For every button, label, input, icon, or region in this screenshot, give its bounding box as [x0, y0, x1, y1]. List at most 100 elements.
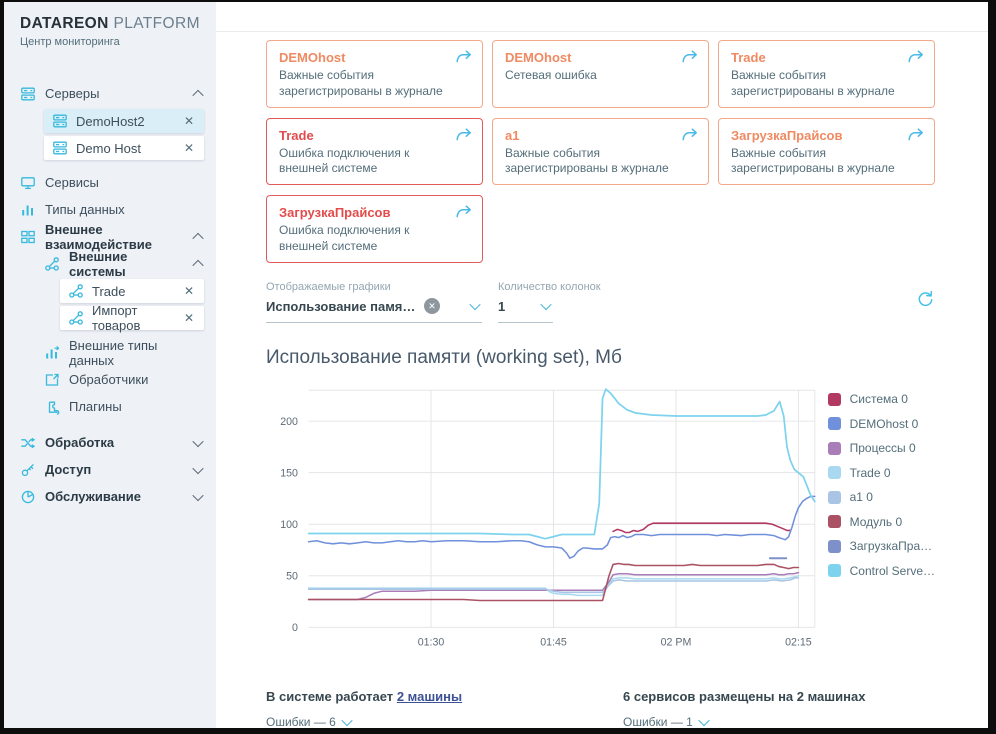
- services-heading: 6 сервисов размещены на 2 машинах: [623, 689, 935, 704]
- sidebar-item-внешние-типы-данных[interactable]: Внешние типы данных: [4, 339, 216, 366]
- monitor-icon: [20, 175, 36, 191]
- legend-swatch: [828, 491, 841, 504]
- sidebar-item-обслуживание[interactable]: Обслуживание: [4, 483, 216, 510]
- key-icon: [20, 462, 36, 478]
- sidebar-nav: Серверы DemoHost2✕ Demo Host✕ Сервисы Типы д…: [4, 80, 216, 510]
- sidebar-item-серверы[interactable]: Серверы: [4, 80, 216, 107]
- machines-heading: В системе работает 2 машины: [266, 689, 623, 704]
- main-content: DEMOhost Важные события зарегистрированы …: [216, 32, 988, 728]
- sidebar-chip-demohost2[interactable]: DemoHost2✕: [44, 109, 204, 133]
- svg-text:200: 200: [280, 416, 298, 428]
- alert-card[interactable]: ЗагрузкаПрайсовВажные события зарегистри…: [718, 118, 935, 186]
- refresh-button[interactable]: [916, 289, 935, 313]
- refresh-icon: [916, 289, 935, 308]
- sidebar-item-внешние-системы[interactable]: Внешние системы: [4, 250, 216, 277]
- sidebar-item-типы-данных[interactable]: Типы данных: [4, 196, 216, 223]
- chevron-down-icon: [192, 489, 203, 500]
- alert-description: Важные события зарегистрированы в журнал…: [279, 68, 450, 100]
- chevron-up-icon: [192, 259, 203, 270]
- alert-card[interactable]: a1Важные события зарегистрированы в журн…: [492, 118, 709, 186]
- machines-errors-label: Ошибки — 6: [266, 715, 336, 728]
- sidebar-item-внешнее-взаимодействие[interactable]: Внешнее взаимодействие: [4, 223, 216, 250]
- close-icon[interactable]: ✕: [182, 283, 196, 299]
- alert-title: a1: [505, 128, 676, 143]
- server-icon: [52, 113, 68, 129]
- pie-icon: [20, 489, 36, 505]
- machines-errors-toggle[interactable]: Ошибки — 6: [266, 715, 623, 728]
- sidebar-item-плагины[interactable]: Плагины: [4, 393, 216, 420]
- charts-select[interactable]: Отображаемые графики Использование памят…: [266, 281, 482, 323]
- legend-item: DEMOhost 0: [828, 411, 935, 436]
- share-icon[interactable]: [907, 128, 924, 146]
- machines-heading-text: В системе работает: [266, 689, 393, 704]
- alert-title: DEMOhost: [279, 50, 450, 65]
- barsext-icon: [44, 345, 60, 361]
- clear-selection-icon[interactable]: ✕: [424, 298, 440, 314]
- sidebar-item-label: Обработчики: [69, 372, 148, 387]
- alert-description: Важные события зарегистрированы в журнал…: [731, 146, 902, 178]
- brand-subtitle: Центр мониторинга: [4, 33, 216, 48]
- close-icon[interactable]: ✕: [182, 113, 196, 129]
- sidebar-item-label: Серверы: [45, 86, 99, 101]
- sidebar-item-label: Импорт товаров: [92, 303, 166, 333]
- sidebar-item-сервисы[interactable]: Сервисы: [4, 169, 216, 196]
- legend-swatch: [828, 564, 841, 577]
- legend-item: Система 0: [828, 387, 935, 412]
- share-icon[interactable]: [455, 128, 472, 146]
- sidebar-item-label: Сервисы: [45, 175, 99, 190]
- alert-cards: DEMOhost Важные события зарегистрированы …: [266, 40, 935, 263]
- sidebar-item-обработка[interactable]: Обработка: [4, 429, 216, 456]
- sidebar-item-label: Внешнее взаимодействие: [45, 222, 176, 252]
- columns-select-value: 1: [498, 299, 505, 314]
- sidebar-item-label: Обработка: [45, 435, 114, 450]
- sidebar-item-доступ[interactable]: Доступ: [4, 456, 216, 483]
- share-icon[interactable]: [455, 50, 472, 68]
- share-icon[interactable]: [681, 128, 698, 146]
- chevron-up-icon: [192, 232, 203, 243]
- svg-text:02:15: 02:15: [785, 637, 812, 649]
- charts-select-value: Использование памяти (working set), Мб: [266, 299, 418, 314]
- chevron-up-icon: [192, 89, 203, 100]
- machines-link[interactable]: 2 машины: [397, 689, 462, 704]
- chart-legend: Система 0DEMOhost 0Процессы 0Trade 0a1 0…: [828, 379, 935, 655]
- share-icon[interactable]: [681, 50, 698, 68]
- columns-select[interactable]: Количество колонок 1: [498, 281, 553, 323]
- alert-card[interactable]: DEMOhostСетевая ошибка: [492, 40, 709, 108]
- legend-label: Модуль 0: [850, 515, 903, 529]
- services-errors-toggle[interactable]: Ошибки — 1: [623, 715, 935, 728]
- sidebar-item-label: Trade: [92, 284, 125, 299]
- close-icon[interactable]: ✕: [182, 310, 196, 326]
- brand-logo: DATAREON PLATFORM: [4, 2, 216, 33]
- svg-text:01:45: 01:45: [540, 637, 567, 649]
- legend-label: Control Serve…: [850, 564, 935, 578]
- summary-section: В системе работает 2 машины Ошибки — 6: [266, 689, 935, 728]
- network-icon: [68, 310, 84, 326]
- sidebar-chip-trade[interactable]: Trade ✕: [60, 279, 204, 303]
- sidebar-chip-импорт-товаров[interactable]: Импорт товаров ✕: [60, 306, 204, 330]
- network-icon: [68, 283, 84, 299]
- sidebar-item-обработчики[interactable]: Обработчики: [4, 366, 216, 393]
- alert-card[interactable]: DEMOhost Важные события зарегистрированы …: [266, 40, 483, 108]
- svg-text:100: 100: [280, 519, 298, 531]
- legend-item: ЗагрузкаПра…: [828, 534, 935, 559]
- legend-item: Модуль 0: [828, 509, 935, 534]
- chevron-down-icon: [192, 462, 203, 473]
- share-icon[interactable]: [907, 50, 924, 68]
- share-icon[interactable]: [455, 205, 472, 223]
- sidebar-chip-demo-host[interactable]: Demo Host✕: [44, 136, 204, 160]
- legend-item: Trade 0: [828, 460, 935, 485]
- legend-item: Control Serve…: [828, 558, 935, 583]
- legend-label: a1 0: [850, 490, 873, 504]
- chevron-down-icon: [192, 435, 203, 446]
- server-icon: [20, 86, 36, 102]
- alert-card[interactable]: TradeОшибка подключения к внешней систем…: [266, 118, 483, 186]
- close-icon[interactable]: ✕: [182, 140, 196, 156]
- machines-summary: В системе работает 2 машины Ошибки — 6: [266, 689, 623, 728]
- main-topbar: [216, 2, 988, 32]
- svg-text:02 PM: 02 PM: [661, 637, 692, 649]
- brand-platform: PLATFORM: [113, 15, 199, 32]
- alert-title: Trade: [731, 50, 902, 65]
- alert-card[interactable]: ЗагрузкаПрайсовОшибка подключения к внеш…: [266, 195, 483, 263]
- alert-card[interactable]: TradeВажные события зарегистрированы в ж…: [718, 40, 935, 108]
- chevron-down-icon: [469, 299, 480, 310]
